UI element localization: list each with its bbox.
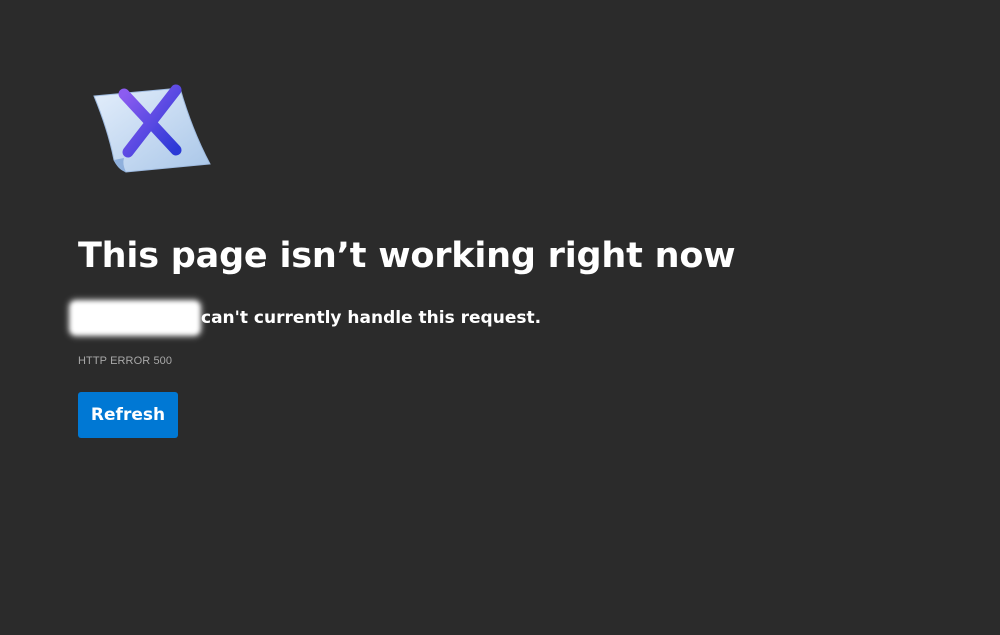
document-x-icon	[88, 80, 218, 180]
refresh-button[interactable]: Refresh	[78, 392, 178, 438]
error-message-text: can't currently handle this request.	[201, 308, 542, 328]
redacted-host	[70, 301, 200, 335]
error-code: HTTP ERROR 500	[78, 355, 173, 367]
error-message: can't currently handle this request.	[70, 300, 541, 336]
page-title: This page isn’t working right now	[78, 236, 736, 276]
error-page: This page isn’t working right now can't …	[0, 0, 1000, 635]
